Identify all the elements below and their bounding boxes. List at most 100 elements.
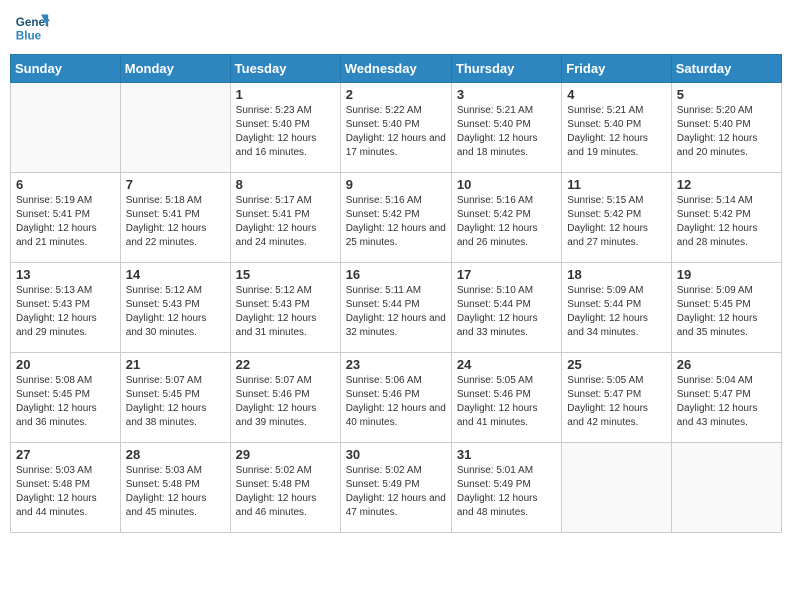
calendar-cell: 26 Sunrise: 5:04 AM Sunset: 5:47 PM Dayli… bbox=[671, 353, 781, 443]
calendar-cell bbox=[120, 83, 230, 173]
calendar-cell: 13 Sunrise: 5:13 AM Sunset: 5:43 PM Dayli… bbox=[11, 263, 121, 353]
weekday-header-tuesday: Tuesday bbox=[230, 55, 340, 83]
day-number: 30 bbox=[346, 447, 446, 462]
day-info: Sunrise: 5:20 AM Sunset: 5:40 PM Dayligh… bbox=[677, 104, 776, 160]
calendar-cell: 2 Sunrise: 5:22 AM Sunset: 5:40 PM Daylig… bbox=[340, 83, 451, 173]
day-info: Sunrise: 5:15 AM Sunset: 5:42 PM Dayligh… bbox=[567, 194, 665, 250]
calendar-cell: 20Sunrise: 5:08 AM Sunset: 5:45 PM Dayli… bbox=[11, 353, 121, 443]
day-info: Sunrise: 5:06 AM Sunset: 5:46 PM Dayligh… bbox=[346, 374, 446, 430]
day-number: 26 bbox=[677, 357, 776, 372]
day-info: Sunrise: 5:09 AM Sunset: 5:44 PM Dayligh… bbox=[567, 284, 665, 340]
calendar-cell: 19 Sunrise: 5:09 AM Sunset: 5:45 PM Dayli… bbox=[671, 263, 781, 353]
day-info: Sunrise: 5:14 AM Sunset: 5:42 PM Dayligh… bbox=[677, 194, 776, 250]
day-info: Sunrise: 5:13 AM Sunset: 5:43 PM Dayligh… bbox=[16, 284, 115, 340]
day-number: 4 bbox=[567, 87, 665, 102]
day-info: Sunrise: 5:18 AM Sunset: 5:41 PM Dayligh… bbox=[126, 194, 225, 250]
day-number: 28 bbox=[126, 447, 225, 462]
calendar-cell: 24 Sunrise: 5:05 AM Sunset: 5:46 PM Dayli… bbox=[451, 353, 561, 443]
calendar-cell: 6 Sunrise: 5:19 AM Sunset: 5:41 PM Daylig… bbox=[11, 173, 121, 263]
day-info: Sunrise: 5:19 AM Sunset: 5:41 PM Dayligh… bbox=[16, 194, 115, 250]
day-number: 10 bbox=[457, 177, 556, 192]
calendar-cell: 18 Sunrise: 5:09 AM Sunset: 5:44 PM Dayli… bbox=[562, 263, 671, 353]
day-info: Sunrise: 5:05 AM Sunset: 5:47 PM Dayligh… bbox=[567, 374, 665, 430]
calendar-cell: 1Sunrise: 5:23 AM Sunset: 5:40 PM Daylig… bbox=[230, 83, 340, 173]
svg-text:Blue: Blue bbox=[16, 30, 42, 43]
calendar-cell bbox=[11, 83, 121, 173]
page-header: General Blue bbox=[10, 10, 782, 46]
day-info: Sunrise: 5:12 AM Sunset: 5:43 PM Dayligh… bbox=[236, 284, 335, 340]
day-info: Sunrise: 5:09 AM Sunset: 5:45 PM Dayligh… bbox=[677, 284, 776, 340]
day-number: 6 bbox=[16, 177, 115, 192]
day-number: 14 bbox=[126, 267, 225, 282]
weekday-header-friday: Friday bbox=[562, 55, 671, 83]
day-number: 27 bbox=[16, 447, 115, 462]
calendar-cell: 29Sunrise: 5:02 AM Sunset: 5:48 PM Dayli… bbox=[230, 443, 340, 533]
day-number: 17 bbox=[457, 267, 556, 282]
day-info: Sunrise: 5:23 AM Sunset: 5:40 PM Dayligh… bbox=[236, 104, 335, 160]
day-number: 12 bbox=[677, 177, 776, 192]
calendar-cell: 7 Sunrise: 5:18 AM Sunset: 5:41 PM Daylig… bbox=[120, 173, 230, 263]
day-number: 11 bbox=[567, 177, 665, 192]
weekday-header-wednesday: Wednesday bbox=[340, 55, 451, 83]
calendar-cell: 30 Sunrise: 5:02 AM Sunset: 5:49 PM Dayli… bbox=[340, 443, 451, 533]
day-info: Sunrise: 5:12 AM Sunset: 5:43 PM Dayligh… bbox=[126, 284, 225, 340]
day-number: 7 bbox=[126, 177, 225, 192]
calendar-cell: 14 Sunrise: 5:12 AM Sunset: 5:43 PM Dayli… bbox=[120, 263, 230, 353]
calendar-table: SundayMondayTuesdayWednesdayThursdayFrid… bbox=[10, 54, 782, 533]
day-info: Sunrise: 5:03 AM Sunset: 5:48 PM Dayligh… bbox=[126, 464, 225, 520]
logo-icon: General Blue bbox=[14, 10, 50, 46]
day-number: 18 bbox=[567, 267, 665, 282]
day-info: Sunrise: 5:07 AM Sunset: 5:45 PM Dayligh… bbox=[126, 374, 225, 430]
day-number: 8 bbox=[236, 177, 335, 192]
day-number: 3 bbox=[457, 87, 556, 102]
calendar-cell: 3 Sunrise: 5:21 AM Sunset: 5:40 PM Daylig… bbox=[451, 83, 561, 173]
calendar-cell: 4 Sunrise: 5:21 AM Sunset: 5:40 PM Daylig… bbox=[562, 83, 671, 173]
week-row-1: 1Sunrise: 5:23 AM Sunset: 5:40 PM Daylig… bbox=[11, 83, 782, 173]
calendar-cell: 8 Sunrise: 5:17 AM Sunset: 5:41 PM Daylig… bbox=[230, 173, 340, 263]
day-info: Sunrise: 5:22 AM Sunset: 5:40 PM Dayligh… bbox=[346, 104, 446, 160]
calendar-cell: 31Sunrise: 5:01 AM Sunset: 5:49 PM Dayli… bbox=[451, 443, 561, 533]
day-info: Sunrise: 5:16 AM Sunset: 5:42 PM Dayligh… bbox=[457, 194, 556, 250]
calendar-cell: 5Sunrise: 5:20 AM Sunset: 5:40 PM Daylig… bbox=[671, 83, 781, 173]
calendar-cell: 16 Sunrise: 5:11 AM Sunset: 5:44 PM Dayli… bbox=[340, 263, 451, 353]
calendar-cell: 23 Sunrise: 5:06 AM Sunset: 5:46 PM Dayli… bbox=[340, 353, 451, 443]
day-number: 25 bbox=[567, 357, 665, 372]
calendar-cell: 15 Sunrise: 5:12 AM Sunset: 5:43 PM Dayli… bbox=[230, 263, 340, 353]
day-info: Sunrise: 5:21 AM Sunset: 5:40 PM Dayligh… bbox=[457, 104, 556, 160]
day-number: 29 bbox=[236, 447, 335, 462]
calendar-cell: 22 Sunrise: 5:07 AM Sunset: 5:46 PM Dayli… bbox=[230, 353, 340, 443]
calendar-cell: 28 Sunrise: 5:03 AM Sunset: 5:48 PM Dayli… bbox=[120, 443, 230, 533]
day-info: Sunrise: 5:02 AM Sunset: 5:49 PM Dayligh… bbox=[346, 464, 446, 520]
day-info: Sunrise: 5:07 AM Sunset: 5:46 PM Dayligh… bbox=[236, 374, 335, 430]
day-info: Sunrise: 5:05 AM Sunset: 5:46 PM Dayligh… bbox=[457, 374, 556, 430]
day-number: 19 bbox=[677, 267, 776, 282]
calendar-cell: 17Sunrise: 5:10 AM Sunset: 5:44 PM Dayli… bbox=[451, 263, 561, 353]
calendar-cell: 21Sunrise: 5:07 AM Sunset: 5:45 PM Dayli… bbox=[120, 353, 230, 443]
week-row-4: 20Sunrise: 5:08 AM Sunset: 5:45 PM Dayli… bbox=[11, 353, 782, 443]
day-number: 20 bbox=[16, 357, 115, 372]
calendar-cell: 12 Sunrise: 5:14 AM Sunset: 5:42 PM Dayli… bbox=[671, 173, 781, 263]
weekday-header-sunday: Sunday bbox=[11, 55, 121, 83]
day-info: Sunrise: 5:17 AM Sunset: 5:41 PM Dayligh… bbox=[236, 194, 335, 250]
weekday-header-saturday: Saturday bbox=[671, 55, 781, 83]
day-number: 2 bbox=[346, 87, 446, 102]
day-number: 23 bbox=[346, 357, 446, 372]
calendar-cell: 11 Sunrise: 5:15 AM Sunset: 5:42 PM Dayli… bbox=[562, 173, 671, 263]
calendar-cell: 27Sunrise: 5:03 AM Sunset: 5:48 PM Dayli… bbox=[11, 443, 121, 533]
day-info: Sunrise: 5:11 AM Sunset: 5:44 PM Dayligh… bbox=[346, 284, 446, 340]
day-number: 13 bbox=[16, 267, 115, 282]
week-row-5: 27 Sunrise: 5:03 AM Sunset: 5:48 PM Dayli… bbox=[11, 443, 782, 533]
day-number: 15 bbox=[236, 267, 335, 282]
day-info: Sunrise: 5:04 AM Sunset: 5:47 PM Dayligh… bbox=[677, 374, 776, 430]
weekday-header-thursday: Thursday bbox=[451, 55, 561, 83]
day-number: 9 bbox=[346, 177, 446, 192]
day-number: 24 bbox=[457, 357, 556, 372]
day-number: 22 bbox=[236, 357, 335, 372]
calendar-cell bbox=[671, 443, 781, 533]
weekday-header-monday: Monday bbox=[120, 55, 230, 83]
day-info: Sunrise: 5:21 AM Sunset: 5:40 PM Dayligh… bbox=[567, 104, 665, 160]
day-info: Sunrise: 5:16 AM Sunset: 5:42 PM Dayligh… bbox=[346, 194, 446, 250]
week-row-3: 13 Sunrise: 5:13 AM Sunset: 5:43 PM Dayli… bbox=[11, 263, 782, 353]
day-number: 16 bbox=[346, 267, 446, 282]
weekday-header-row: SundayMondayTuesdayWednesdayThursdayFrid… bbox=[11, 55, 782, 83]
